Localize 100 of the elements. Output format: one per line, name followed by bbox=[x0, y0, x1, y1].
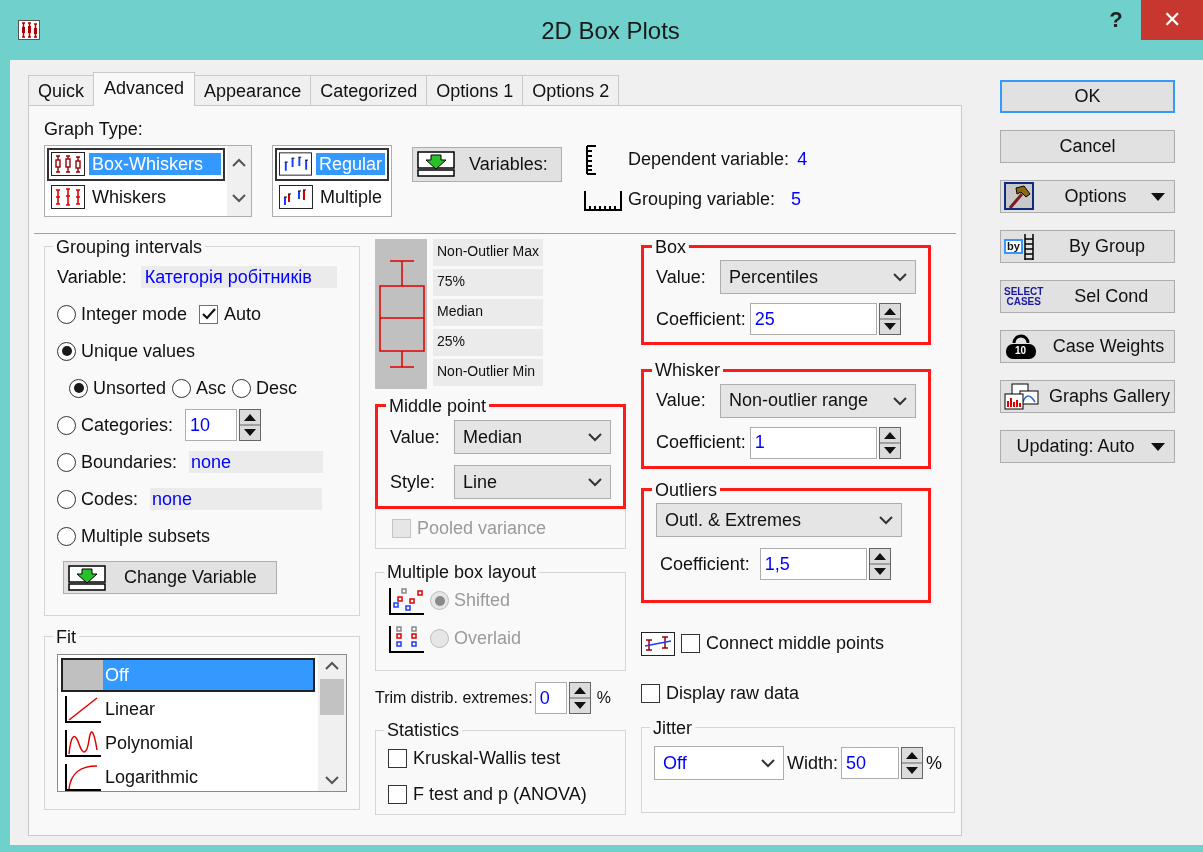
variables-button[interactable]: Variables: bbox=[412, 146, 562, 182]
checkbox-label: Pooled variance bbox=[417, 517, 547, 540]
scrollbar-thumb[interactable] bbox=[320, 679, 344, 715]
log-curve-icon bbox=[63, 762, 103, 792]
number-field[interactable]: 1 bbox=[749, 426, 877, 459]
group-title: Fit bbox=[55, 625, 77, 648]
by-group-button[interactable]: by By Group bbox=[1000, 230, 1175, 263]
radio-button[interactable] bbox=[57, 341, 76, 361]
list-item[interactable]: Logarithmic bbox=[61, 760, 315, 794]
checkbox-label: Kruskal-Wallis test bbox=[413, 747, 561, 770]
dropdown[interactable]: Non-outlier range bbox=[720, 383, 916, 418]
field-value: none bbox=[189, 450, 324, 474]
blank-swatch-icon bbox=[63, 660, 103, 690]
spin-buttons[interactable] bbox=[878, 426, 901, 459]
help-button[interactable]: ? bbox=[1091, 0, 1141, 40]
list-item[interactable]: Polynomial bbox=[61, 726, 315, 760]
chevron-down-icon bbox=[879, 515, 893, 525]
radio-label: Integer mode bbox=[81, 302, 188, 326]
overlaid-boxes-icon bbox=[388, 623, 426, 654]
sel-cond-button[interactable]: SELECT CASES Sel Cond bbox=[1000, 280, 1175, 313]
ok-button[interactable]: OK bbox=[1000, 80, 1175, 113]
dropdown[interactable]: Outl. & Extremes bbox=[656, 503, 902, 537]
field-label: Value: bbox=[390, 425, 440, 449]
tab[interactable]: Quick bbox=[28, 75, 94, 105]
field-label: Width: bbox=[787, 751, 838, 775]
linear-fit-icon bbox=[63, 694, 103, 724]
list-item[interactable]: Multiple bbox=[275, 180, 389, 214]
number-field[interactable]: 50 bbox=[841, 747, 899, 779]
download-tray-icon bbox=[417, 151, 455, 177]
window-title: 2D Box Plots bbox=[540, 16, 681, 46]
number-field[interactable]: 0 bbox=[534, 682, 567, 714]
radio-button[interactable] bbox=[57, 489, 76, 509]
caret-down-icon bbox=[1151, 442, 1165, 451]
checkbox-label: Display raw data bbox=[666, 682, 800, 705]
dropdown[interactable]: Percentiles bbox=[720, 260, 916, 294]
group-title: Whisker bbox=[654, 359, 721, 382]
radio-label: Unique values bbox=[81, 339, 196, 363]
options-button[interactable]: Options bbox=[1000, 180, 1175, 213]
dropdown[interactable]: Off bbox=[654, 746, 784, 780]
number-field[interactable]: 10 bbox=[185, 409, 238, 441]
field-label: Variable: bbox=[57, 265, 127, 289]
radio-label: Unsorted bbox=[93, 376, 167, 400]
spin-buttons[interactable] bbox=[878, 303, 901, 335]
field-label: Trim distrib. extremes: bbox=[375, 688, 533, 708]
list-item[interactable]: Whiskers bbox=[47, 180, 225, 214]
shifted-boxes-icon bbox=[388, 585, 426, 616]
spin-buttons[interactable] bbox=[901, 747, 923, 779]
list-item[interactable]: Linear bbox=[61, 692, 315, 726]
cancel-button[interactable]: Cancel bbox=[1000, 130, 1175, 163]
dropdown[interactable]: Line bbox=[454, 465, 611, 499]
spin-buttons[interactable] bbox=[239, 409, 262, 441]
radio-button[interactable] bbox=[69, 378, 88, 398]
change-variable-button[interactable]: Change Variable bbox=[63, 561, 277, 594]
spin-buttons[interactable] bbox=[568, 682, 591, 714]
field-label: Graph Type: bbox=[44, 119, 143, 139]
radio-label: Asc bbox=[196, 376, 227, 400]
preview-label: Median bbox=[433, 298, 543, 326]
field-value: 5 bbox=[791, 188, 802, 211]
radio-button[interactable] bbox=[57, 415, 76, 435]
connected-whiskers-icon bbox=[641, 631, 675, 656]
radio-button[interactable] bbox=[57, 526, 76, 546]
preview-label: 25% bbox=[433, 328, 543, 356]
checkbox[interactable] bbox=[388, 749, 407, 768]
ruler-icon bbox=[584, 144, 598, 175]
updating-button[interactable]: Updating: Auto bbox=[1000, 430, 1175, 463]
gallery-icon bbox=[1004, 382, 1040, 411]
whisker-plot-icon bbox=[51, 185, 85, 209]
graphs-gallery-button[interactable]: Graphs Gallery bbox=[1000, 380, 1175, 413]
hammer-icon bbox=[1004, 181, 1036, 212]
caret-down-icon bbox=[1151, 192, 1165, 201]
radio-button[interactable] bbox=[57, 304, 76, 324]
field-label: Coefficient: bbox=[660, 552, 750, 576]
radio-button[interactable] bbox=[232, 378, 252, 398]
close-button[interactable]: ✕ bbox=[1141, 0, 1203, 40]
radio-button[interactable] bbox=[57, 452, 76, 472]
radio-label: Overlaid bbox=[454, 627, 522, 650]
checkbox-label: Auto bbox=[224, 302, 262, 326]
case-weights-button[interactable]: 10 Case Weights bbox=[1000, 330, 1175, 363]
download-tray-icon bbox=[68, 564, 106, 591]
spin-buttons[interactable] bbox=[868, 548, 891, 580]
preview-label: Non-Outlier Min bbox=[433, 358, 543, 386]
chevron-down-icon bbox=[893, 272, 907, 282]
chevron-down-icon bbox=[893, 395, 907, 406]
radio-label: Codes: bbox=[81, 487, 139, 511]
dropdown[interactable]: Median bbox=[454, 420, 611, 454]
bar-markers-icon bbox=[279, 152, 312, 176]
field-label: Dependent variable: bbox=[628, 148, 790, 171]
tab[interactable]: Advanced bbox=[93, 72, 196, 106]
unit-label: % bbox=[596, 688, 611, 708]
number-field[interactable]: 25 bbox=[749, 303, 877, 335]
checkbox[interactable] bbox=[641, 684, 660, 703]
group-title: Outliers bbox=[654, 478, 718, 501]
radio-button[interactable] bbox=[172, 378, 192, 398]
tab[interactable]: Options 2 bbox=[522, 75, 620, 105]
select-cases-icon: SELECT CASES bbox=[1004, 286, 1044, 307]
field-value: 4 bbox=[797, 148, 808, 171]
checkbox[interactable] bbox=[388, 785, 407, 804]
checkbox[interactable] bbox=[199, 304, 219, 324]
number-field[interactable]: 1,5 bbox=[759, 548, 867, 580]
checkbox[interactable] bbox=[681, 634, 700, 653]
